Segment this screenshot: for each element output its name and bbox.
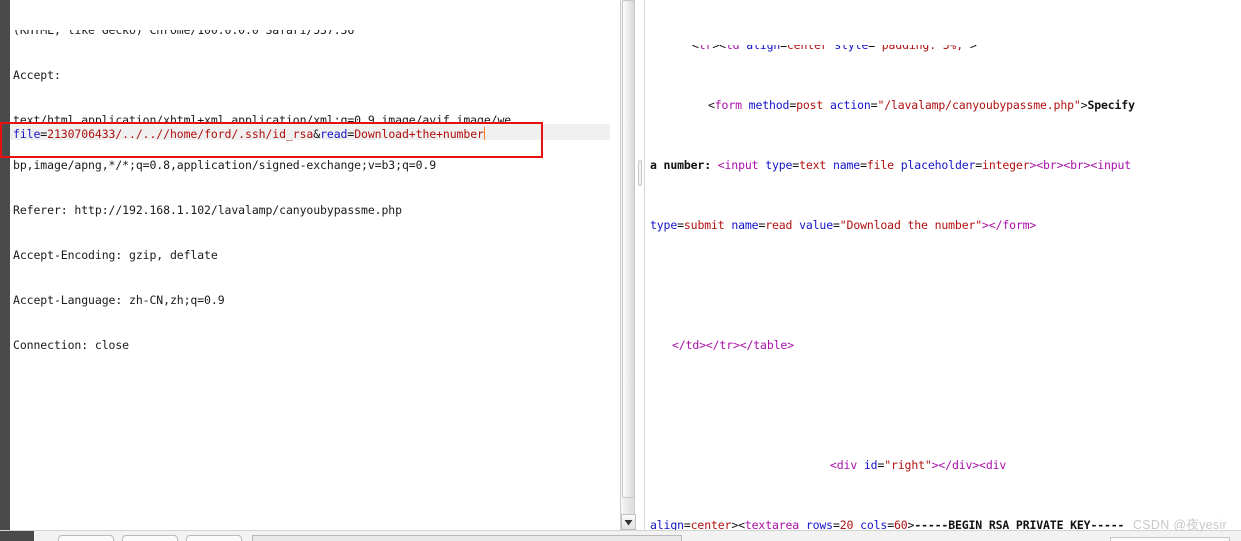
response-source-line: <div id="right"></div><div xyxy=(830,458,1007,472)
attr-action: action xyxy=(830,98,871,112)
watermark: CSDN @夜yesir xyxy=(1132,518,1227,532)
punct: < xyxy=(708,98,715,112)
request-header-line: Accept-Language: zh-CN,zh;q=0.9 xyxy=(13,293,225,307)
attr-id: id xyxy=(863,458,878,472)
bottom-toolbar xyxy=(0,530,1241,541)
response-blank-line xyxy=(650,398,1239,413)
request-header-line: bp,image/apng,*/*;q=0.8,application/sign… xyxy=(13,158,437,172)
request-header-line: Accept-Encoding: gzip, deflate xyxy=(13,248,218,262)
attr-type: type xyxy=(765,158,793,172)
attr-type: type xyxy=(650,218,678,232)
val-method: post xyxy=(796,98,824,112)
toolbar-search-field[interactable] xyxy=(252,535,682,541)
request-header-lines: (KHTML, like Gecko) Chrome/100.0.0.0 Saf… xyxy=(10,0,620,383)
val-name: file xyxy=(866,158,894,172)
tag-form-close: ></form> xyxy=(982,218,1037,232)
tag-br: ><br><br> xyxy=(1029,158,1091,172)
panel-splitter[interactable] xyxy=(636,0,645,530)
attr-placeholder: placeholder xyxy=(900,158,976,172)
val-action: "/lavalamp/canyoubypassme.php" xyxy=(877,98,1081,112)
attr-value: value xyxy=(799,218,833,232)
response-source-line: <tr><td align=center style="padding: 5%;… xyxy=(650,45,977,53)
request-panel-vertical-scrollbar[interactable] xyxy=(620,0,636,530)
request-header-line: (KHTML, like Gecko) Chrome/100.0.0.0 Saf… xyxy=(13,30,355,37)
response-source-lines: <tr><td align=center style="padding: 5%;… xyxy=(646,0,1241,530)
attr-style: style xyxy=(834,45,869,52)
punct: >< xyxy=(712,45,726,52)
attr-cols: cols xyxy=(860,518,888,530)
tag-tr: tr xyxy=(698,45,713,52)
attr-method: method xyxy=(748,98,790,112)
val-cols: 60 xyxy=(893,518,908,530)
request-header-line: Accept: xyxy=(13,68,61,82)
request-header-line: Referer: http://192.168.1.102/lavalamp/c… xyxy=(13,203,402,217)
rsa-key-begin-marker: -----BEGIN RSA PRIVATE KEY----- xyxy=(914,518,1125,530)
response-source-line: </td></tr></table> xyxy=(650,338,1239,353)
request-header-line: Connection: close xyxy=(13,338,130,352)
tag-div-close: ></div><div xyxy=(931,458,1007,472)
response-blank-line xyxy=(650,278,1239,293)
left-gutter xyxy=(0,0,10,530)
toolbar-button-2[interactable] xyxy=(122,535,178,541)
val-align: center xyxy=(786,45,828,52)
http-request-editor[interactable]: (KHTML, like Gecko) Chrome/100.0.0.0 Saf… xyxy=(10,0,620,530)
chevron-down-icon xyxy=(624,519,633,525)
http-response-source-viewer[interactable]: <tr><td align=center style="padding: 5%;… xyxy=(646,0,1241,530)
toolbar-button-1[interactable] xyxy=(58,535,114,541)
response-line-clipped: <tr><td align=center style="padding: 5%;… xyxy=(650,45,1239,53)
attr-name: name xyxy=(832,158,861,172)
tag-input: <input xyxy=(717,158,759,172)
response-source-line: <form method=post action="/lavalamp/cany… xyxy=(708,98,1135,112)
tag-div: <div xyxy=(830,458,864,472)
tag-td: td xyxy=(725,45,740,52)
val-align: center xyxy=(690,518,732,530)
response-source-line: type=submit name=read value="Download th… xyxy=(650,218,1037,232)
val-style: "padding: 5%;" xyxy=(875,45,970,52)
val-type: text xyxy=(799,158,827,172)
form-label-text: a number: xyxy=(650,158,718,172)
tag-close-td-tr-table: </td></tr></table> xyxy=(672,338,794,352)
val-placeholder: integer xyxy=(982,158,1030,172)
val-id: "right" xyxy=(884,458,932,472)
punct: > xyxy=(969,45,977,52)
val-rows: 20 xyxy=(839,518,854,530)
app-root: (KHTML, like Gecko) Chrome/100.0.0.0 Saf… xyxy=(0,0,1241,541)
form-label-text: Specify xyxy=(1087,98,1135,112)
tag-form: form xyxy=(714,98,742,112)
val-value: "Download the number" xyxy=(839,218,983,232)
splitter-grip[interactable] xyxy=(638,160,642,186)
val-name: read xyxy=(765,218,793,232)
attr-align: align xyxy=(746,45,781,52)
toolbar-secondary-field[interactable] xyxy=(1110,537,1230,541)
val-type: submit xyxy=(683,218,725,232)
toolbar-button-3[interactable] xyxy=(186,535,242,541)
response-source-line: a number: <input type=text name=file pla… xyxy=(650,158,1132,172)
attr-align: align xyxy=(650,518,684,530)
punct: >< xyxy=(731,518,745,530)
tag-input: <input xyxy=(1090,158,1132,172)
bottom-gutter xyxy=(0,531,34,541)
scrollbar-thumb[interactable] xyxy=(622,0,635,498)
punct: < xyxy=(692,45,699,52)
red-annotation-box xyxy=(0,122,543,158)
request-line-clipped: (KHTML, like Gecko) Chrome/100.0.0.0 Saf… xyxy=(13,30,618,38)
scrollbar-down-button[interactable] xyxy=(621,514,636,530)
attr-name: name xyxy=(731,218,759,232)
tag-textarea: textarea xyxy=(744,518,800,530)
attr-rows: rows xyxy=(805,518,833,530)
